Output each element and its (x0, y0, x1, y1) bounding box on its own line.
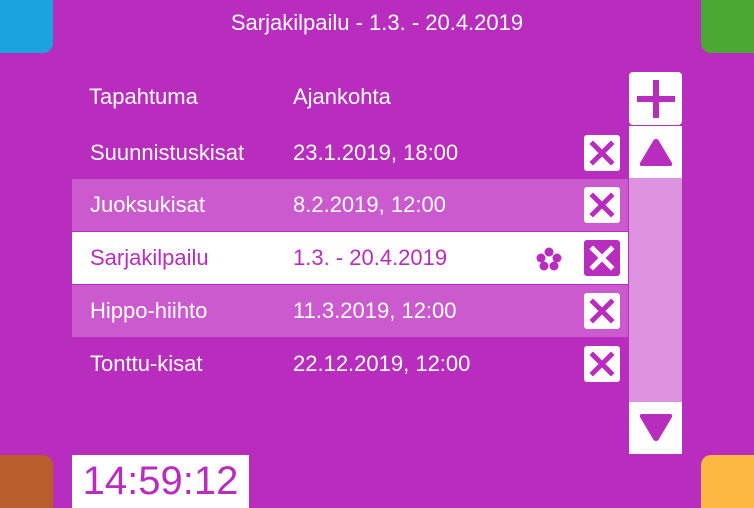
table-row-selected[interactable]: Sarjakilpailu 1.3. - 20.4.2019 (72, 232, 628, 284)
add-button[interactable] (629, 72, 682, 125)
page-title: Sarjakilpailu - 1.3. - 20.4.2019 (230, 10, 524, 35)
event-date: 11.3.2019, 12:00 (293, 298, 457, 323)
delete-button[interactable] (584, 293, 620, 329)
table-row[interactable]: Juoksukisat 8.2.2019, 12:00 (72, 179, 628, 231)
event-name: Juoksukisat (90, 192, 205, 217)
close-x-icon (589, 192, 615, 218)
delete-button[interactable] (584, 346, 620, 382)
table-row[interactable]: Hippo-hiihto 11.3.2019, 12:00 (72, 285, 628, 337)
close-x-icon (589, 140, 615, 166)
scroll-up-button[interactable] (629, 126, 682, 178)
scroll-down-button[interactable] (629, 402, 682, 454)
clock-display: 14:59:12 (72, 455, 249, 508)
event-name: Tonttu-kisat (90, 351, 203, 376)
event-name: Sarjakilpailu (90, 245, 209, 270)
corner-brown[interactable] (0, 455, 53, 508)
corner-yellow[interactable] (701, 455, 754, 508)
table-row[interactable]: Suunnistuskisat 23.1.2019, 18:00 (72, 127, 628, 179)
event-date: 1.3. - 20.4.2019 (293, 245, 448, 270)
event-date: 8.2.2019, 12:00 (293, 192, 446, 217)
table-row[interactable]: Tonttu-kisat 22.12.2019, 12:00 (72, 338, 628, 390)
flower-icon (536, 247, 562, 271)
event-name: Hippo-hiihto (90, 298, 208, 323)
column-header-time: Ajankohta (293, 84, 391, 109)
event-date: 22.12.2019, 12:00 (293, 351, 471, 376)
close-x-icon (589, 298, 615, 324)
column-header-event: Tapahtuma (89, 84, 198, 109)
delete-button[interactable] (584, 240, 620, 276)
delete-button[interactable] (584, 187, 620, 223)
delete-button[interactable] (584, 135, 620, 171)
triangle-up-icon (639, 139, 672, 166)
event-name: Suunnistuskisat (90, 140, 245, 165)
triangle-down-icon (639, 414, 672, 441)
event-date: 23.1.2019, 18:00 (293, 140, 459, 165)
close-x-icon (589, 351, 615, 377)
close-x-icon (584, 240, 620, 276)
plus-icon (636, 79, 675, 118)
